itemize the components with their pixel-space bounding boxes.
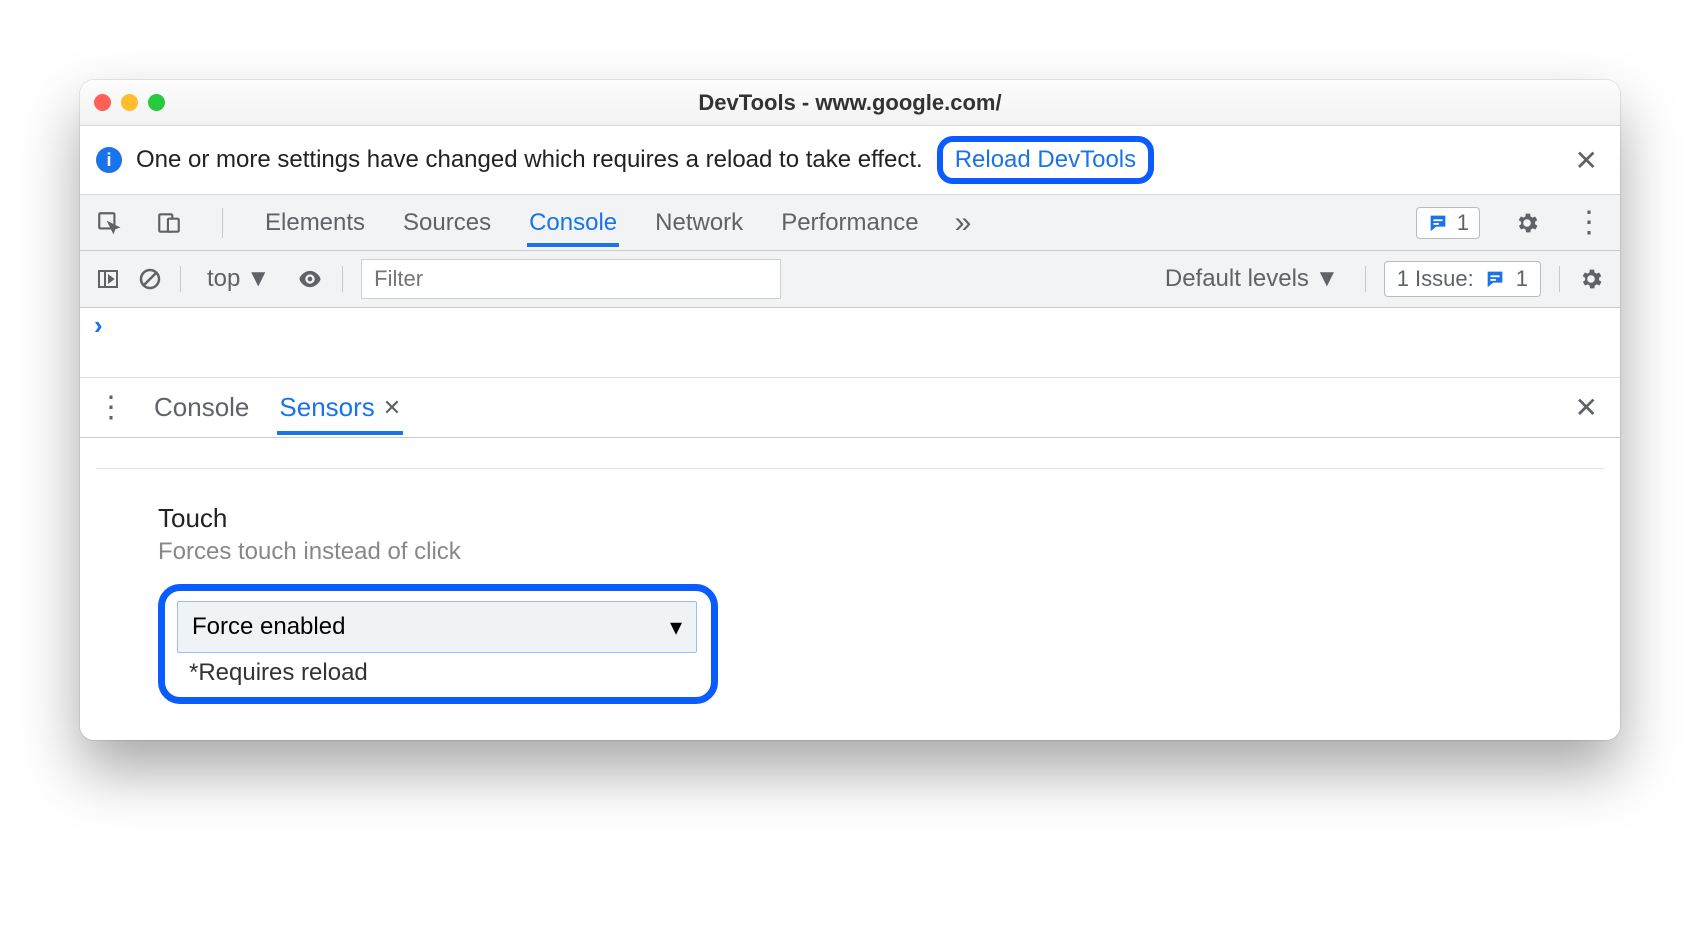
toggle-sidebar-icon[interactable] xyxy=(96,267,120,291)
close-infobar-button[interactable]: ✕ xyxy=(1569,144,1604,177)
context-label: top xyxy=(207,265,240,293)
issues-count: 1 xyxy=(1516,266,1528,292)
tab-sources[interactable]: Sources xyxy=(401,199,493,247)
levels-dropdown[interactable]: Default levels ▼ xyxy=(1157,263,1347,295)
close-drawer-button[interactable]: ✕ xyxy=(1569,391,1604,424)
touch-highlight: Force enabled ▾ *Requires reload xyxy=(158,584,718,704)
prompt-caret-icon: › xyxy=(94,310,103,341)
console-settings-icon[interactable] xyxy=(1578,266,1604,292)
issues-label: 1 Issue: xyxy=(1397,266,1474,292)
drawer-tabstrip: ⋮ Console Sensors ✕ ✕ xyxy=(80,378,1620,438)
reload-devtools-button[interactable]: Reload DevTools xyxy=(937,136,1154,184)
tab-console[interactable]: Console xyxy=(527,199,619,247)
drawer-menu-icon[interactable]: ⋮ xyxy=(96,390,126,425)
close-tab-icon[interactable]: ✕ xyxy=(383,395,401,421)
levels-label: Default levels xyxy=(1165,265,1309,293)
main-tabstrip: Elements Sources Console Network Perform… xyxy=(80,195,1620,251)
issues-chip-count: 1 xyxy=(1457,210,1469,236)
touch-select-value: Force enabled xyxy=(192,613,345,641)
info-icon: i xyxy=(96,147,122,173)
tab-elements[interactable]: Elements xyxy=(263,199,367,247)
console-toolbar: top ▼ Default levels ▼ 1 Issue: 1 xyxy=(80,251,1620,308)
touch-heading: Touch xyxy=(158,503,1604,534)
window-title: DevTools - www.google.com/ xyxy=(80,90,1620,116)
tab-network[interactable]: Network xyxy=(653,199,745,247)
settings-icon[interactable] xyxy=(1514,210,1540,236)
issues-chip[interactable]: 1 xyxy=(1416,207,1480,239)
more-tabs-icon[interactable]: » xyxy=(955,206,972,240)
drawer-tab-sensors[interactable]: Sensors ✕ xyxy=(277,380,403,435)
reload-infobar: i One or more settings have changed whic… xyxy=(80,126,1620,195)
message-icon xyxy=(1427,212,1449,234)
divider xyxy=(96,468,1604,469)
devtools-window: DevTools - www.google.com/ i One or more… xyxy=(80,80,1620,740)
context-dropdown[interactable]: top ▼ xyxy=(199,263,278,295)
more-menu-icon[interactable]: ⋮ xyxy=(1574,205,1604,240)
window-titlebar: DevTools - www.google.com/ xyxy=(80,80,1620,126)
requires-reload-note: *Requires reload xyxy=(189,659,699,687)
infobar-message: One or more settings have changed which … xyxy=(136,146,923,174)
device-toolbar-icon[interactable] xyxy=(156,210,182,236)
message-icon xyxy=(1484,268,1506,290)
touch-description: Forces touch instead of click xyxy=(158,538,1604,566)
chevron-down-icon: ▾ xyxy=(670,613,682,642)
touch-select[interactable]: Force enabled ▾ xyxy=(177,601,697,653)
clear-console-icon[interactable] xyxy=(138,267,162,291)
tab-performance[interactable]: Performance xyxy=(779,199,920,247)
filter-input[interactable] xyxy=(361,259,781,299)
chevron-down-icon: ▼ xyxy=(246,265,270,293)
sensors-panel: Touch Forces touch instead of click Forc… xyxy=(80,438,1620,740)
issues-summary[interactable]: 1 Issue: 1 xyxy=(1384,261,1541,297)
drawer-tab-console[interactable]: Console xyxy=(152,380,251,435)
console-output[interactable]: › xyxy=(80,308,1620,378)
chevron-down-icon: ▼ xyxy=(1315,265,1339,293)
live-expression-icon[interactable] xyxy=(296,265,324,293)
inspect-element-icon[interactable] xyxy=(96,210,122,236)
